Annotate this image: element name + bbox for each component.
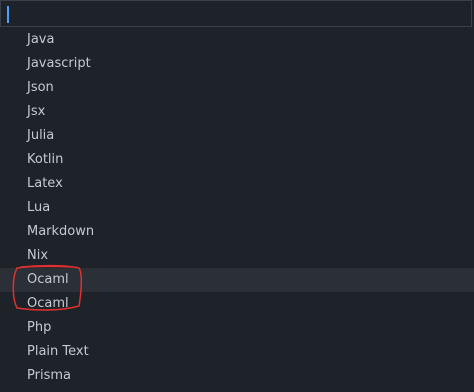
language-item-ocaml[interactable]: Ocaml [0,292,474,316]
language-item-javascript[interactable]: Javascript [0,52,474,76]
language-item-ocaml-selected[interactable]: Ocaml [0,268,474,292]
language-picker: Java Javascript Json Jsx Julia Kotlin La… [0,0,474,392]
text-caret [7,6,9,23]
language-item-nix[interactable]: Nix [0,244,474,268]
language-item-latex[interactable]: Latex [0,172,474,196]
search-box[interactable] [0,0,472,27]
language-item-plain-text[interactable]: Plain Text [0,340,474,364]
language-list: Java Javascript Json Jsx Julia Kotlin La… [0,28,474,388]
language-item-java[interactable]: Java [0,28,474,52]
language-item-prisma[interactable]: Prisma [0,364,474,388]
language-item-kotlin[interactable]: Kotlin [0,148,474,172]
language-item-julia[interactable]: Julia [0,124,474,148]
language-item-json[interactable]: Json [0,76,474,100]
language-item-markdown[interactable]: Markdown [0,220,474,244]
language-item-php[interactable]: Php [0,316,474,340]
language-item-jsx[interactable]: Jsx [0,100,474,124]
language-item-lua[interactable]: Lua [0,196,474,220]
search-input[interactable] [2,2,470,25]
